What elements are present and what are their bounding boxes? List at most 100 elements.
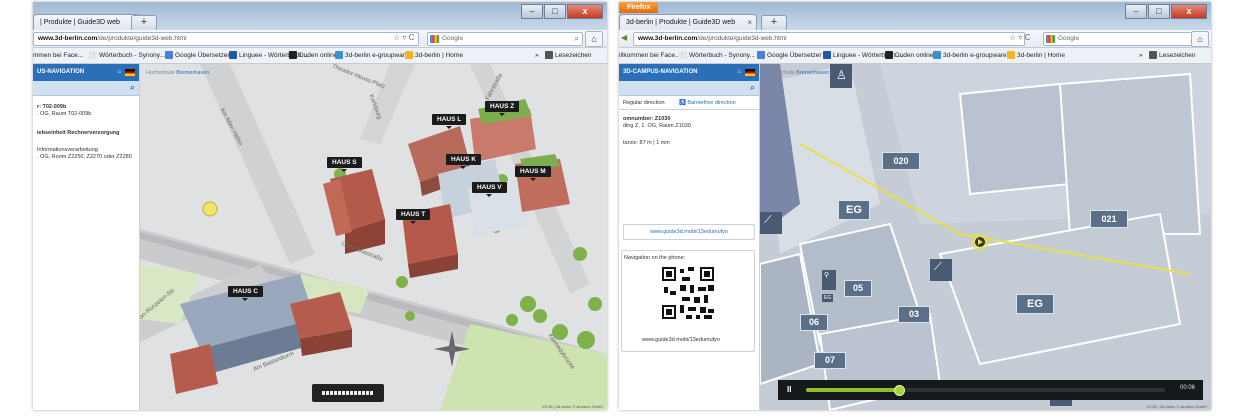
- restroom-icon: ⚲: [824, 272, 830, 279]
- building-label-haus-t[interactable]: HAUS T: [396, 209, 431, 224]
- german-flag-icon[interactable]: [745, 69, 755, 76]
- bookmark-item[interactable]: Wörterbuch - Synony...: [89, 48, 165, 63]
- title-bar: | Produkte | Guide3D web × + – □ x: [33, 2, 607, 31]
- bookmark-item[interactable]: Duden online: [885, 48, 933, 63]
- maximize-icon[interactable]: □: [1148, 4, 1170, 19]
- building-label-haus-m[interactable]: HAUS M: [515, 166, 551, 181]
- back-icon[interactable]: ◀: [621, 32, 627, 44]
- bookmarks-more[interactable]: »: [1139, 48, 1143, 63]
- german-flag-icon[interactable]: [125, 69, 135, 76]
- stairs-icon: ⟋: [764, 214, 772, 226]
- sidebar-header: 3D-CAMPUS-NAVIGATION ⌂: [619, 64, 759, 81]
- browser-tab[interactable]: 3d-berlin | Produkte | Guide3D web ×: [619, 14, 757, 31]
- floor-label[interactable]: EG: [838, 200, 870, 220]
- room-label[interactable]: 03: [898, 306, 930, 323]
- tab-title: 3d-berlin | Produkte | Guide3D web: [626, 19, 736, 26]
- bookmark-item[interactable]: 3d-berlin | Home: [405, 48, 463, 63]
- minimize-icon[interactable]: –: [521, 4, 543, 19]
- restroom-floor-label: EG: [822, 294, 834, 302]
- hochschule-logo: Hochschule Bremerhaven: [146, 70, 210, 76]
- search-icon[interactable]: ⌕: [575, 33, 579, 45]
- search-box[interactable]: Google ⌕: [1043, 32, 1199, 46]
- room-label[interactable]: 05: [844, 280, 872, 297]
- home-icon[interactable]: ⌂: [737, 64, 741, 81]
- campus-map[interactable]: Hochschule Bremerhaven HAUS L HAUS Z HAU…: [140, 64, 607, 410]
- close-tab-icon[interactable]: ×: [747, 15, 752, 31]
- room-search-input[interactable]: ⌕: [619, 81, 759, 96]
- bookmark-item[interactable]: Duden online: [289, 48, 337, 63]
- page-content: US-NAVIGATION ⌂ ⌕ r: T02-009b . OG, Raum…: [33, 64, 607, 410]
- search-icon[interactable]: ⌕: [130, 82, 135, 93]
- keyboard-icon[interactable]: [312, 384, 384, 402]
- bookmarks-folder[interactable]: Lesezeichen: [1149, 48, 1196, 63]
- floor-label[interactable]: EG: [1016, 294, 1054, 314]
- bookmark-item[interactable]: mmen bei Face...: [33, 48, 83, 63]
- new-tab-button[interactable]: +: [131, 15, 157, 31]
- room-label[interactable]: 020: [882, 152, 920, 170]
- firefox-menu-button[interactable]: Firefox: [619, 2, 659, 13]
- search-icon[interactable]: ⌕: [750, 82, 755, 93]
- hochschule-logo: Hochschule Bremerhaven: [766, 70, 830, 76]
- room-label: omnumber: Z1030: [623, 116, 671, 122]
- bookmarks-bar: mmen bei Face... Wörterbuch - Synony... …: [33, 48, 607, 64]
- copyright-text: V3.36 | 3d-berlin © sindbox GmbH: [542, 404, 603, 409]
- building-label-haus-s[interactable]: HAUS S: [327, 157, 362, 172]
- minimize-icon[interactable]: –: [1125, 4, 1147, 19]
- bookmarks-folder[interactable]: Lesezeichen: [545, 48, 592, 63]
- tab-barrierfree-direction[interactable]: ♿ Barrierfree direction: [679, 100, 736, 106]
- phone-label: Navigation on the phone:: [624, 255, 686, 261]
- bookmark-star-icon[interactable]: ☆ ▿ C: [1009, 32, 1030, 44]
- tab-regular-direction[interactable]: Regular direction: [623, 100, 665, 106]
- mobile-link[interactable]: www.guide3d.mobi/13edumufyo: [623, 224, 755, 240]
- room-label[interactable]: 07: [814, 352, 846, 369]
- room-search-input[interactable]: ⌕: [33, 81, 139, 96]
- indoor-3d-map[interactable]: ⟋ ⟋ ⟋ ♙ ⚲ EG Hochschule Bremerhaven 020 …: [760, 64, 1211, 410]
- search-box[interactable]: Google ⌕: [427, 32, 583, 46]
- building-label-haus-v[interactable]: HAUS V: [472, 182, 507, 197]
- home-icon[interactable]: ⌂: [585, 31, 603, 47]
- sidebar-header: US-NAVIGATION ⌂: [33, 64, 139, 81]
- bookmark-star-icon[interactable]: ☆ ▿ C: [393, 32, 414, 44]
- building-label-haus-c[interactable]: HAUS C: [228, 286, 263, 301]
- bookmark-item[interactable]: 3d-berlin e-groupware...: [335, 48, 414, 63]
- bookmark-item[interactable]: 3d-berlin e-groupware...: [933, 48, 1012, 63]
- bookmark-item[interactable]: Google Übersetzer: [757, 48, 822, 63]
- address-bar[interactable]: www.3d-berlin.com/de/produkte/guide3d-we…: [33, 32, 419, 46]
- campus-map-graphic: [140, 64, 607, 410]
- home-icon[interactable]: ⌂: [117, 64, 121, 81]
- room-label: r: T02-009b: [37, 104, 67, 110]
- qr-caption: www.guide3d.mobi/13edumufyo: [642, 337, 720, 343]
- url-host: www.3d-berlin.com: [638, 35, 698, 42]
- browser-window-left: | Produkte | Guide3D web × + – □ x www.3…: [33, 2, 607, 410]
- google-icon: [430, 35, 439, 43]
- browser-tab[interactable]: | Produkte | Guide3D web ×: [33, 14, 141, 31]
- department-room: . OG, Room Z2250, Z2270 oder Z2280: [37, 154, 132, 160]
- pause-button[interactable]: II: [787, 385, 791, 394]
- progress-handle[interactable]: [894, 385, 906, 396]
- department-line: Informationsverarbeitung: [37, 147, 98, 153]
- maximize-icon[interactable]: □: [544, 4, 566, 19]
- search-placeholder: Google: [442, 35, 463, 42]
- qr-panel: Navigation on the phone: www.guide3d.mob…: [621, 250, 755, 352]
- search-placeholder: Google: [1058, 35, 1079, 42]
- home-icon[interactable]: ⌂: [1191, 31, 1209, 47]
- close-window-icon[interactable]: x: [1171, 4, 1207, 19]
- google-icon: [1046, 35, 1055, 43]
- person-icon: ♙: [836, 68, 847, 82]
- progress-slider[interactable]: [806, 385, 1165, 396]
- url-host: www.3d-berlin.com: [38, 35, 98, 42]
- bookmarks-more[interactable]: »: [535, 48, 539, 63]
- new-tab-button[interactable]: +: [761, 15, 787, 31]
- room-label[interactable]: 021: [1090, 210, 1128, 228]
- close-window-icon[interactable]: x: [567, 4, 603, 19]
- building-label-haus-l[interactable]: HAUS L: [432, 114, 467, 129]
- url-path: /de/produkte/guide3d-web.html: [697, 35, 787, 42]
- building-label-haus-z[interactable]: HAUS Z: [485, 101, 520, 116]
- bookmark-item[interactable]: illkommen bei Face...: [619, 48, 680, 63]
- room-label[interactable]: 06: [800, 314, 828, 331]
- bookmark-item[interactable]: 3d-berlin | Home: [1007, 48, 1065, 63]
- building-label-haus-k[interactable]: HAUS K: [446, 154, 481, 169]
- bookmark-item[interactable]: Google Übersetzer: [165, 48, 230, 63]
- address-bar[interactable]: www.3d-berlin.com/de/produkte/guide3d-we…: [633, 32, 1025, 46]
- bookmark-item[interactable]: Wörterbuch - Synony...: [679, 48, 755, 63]
